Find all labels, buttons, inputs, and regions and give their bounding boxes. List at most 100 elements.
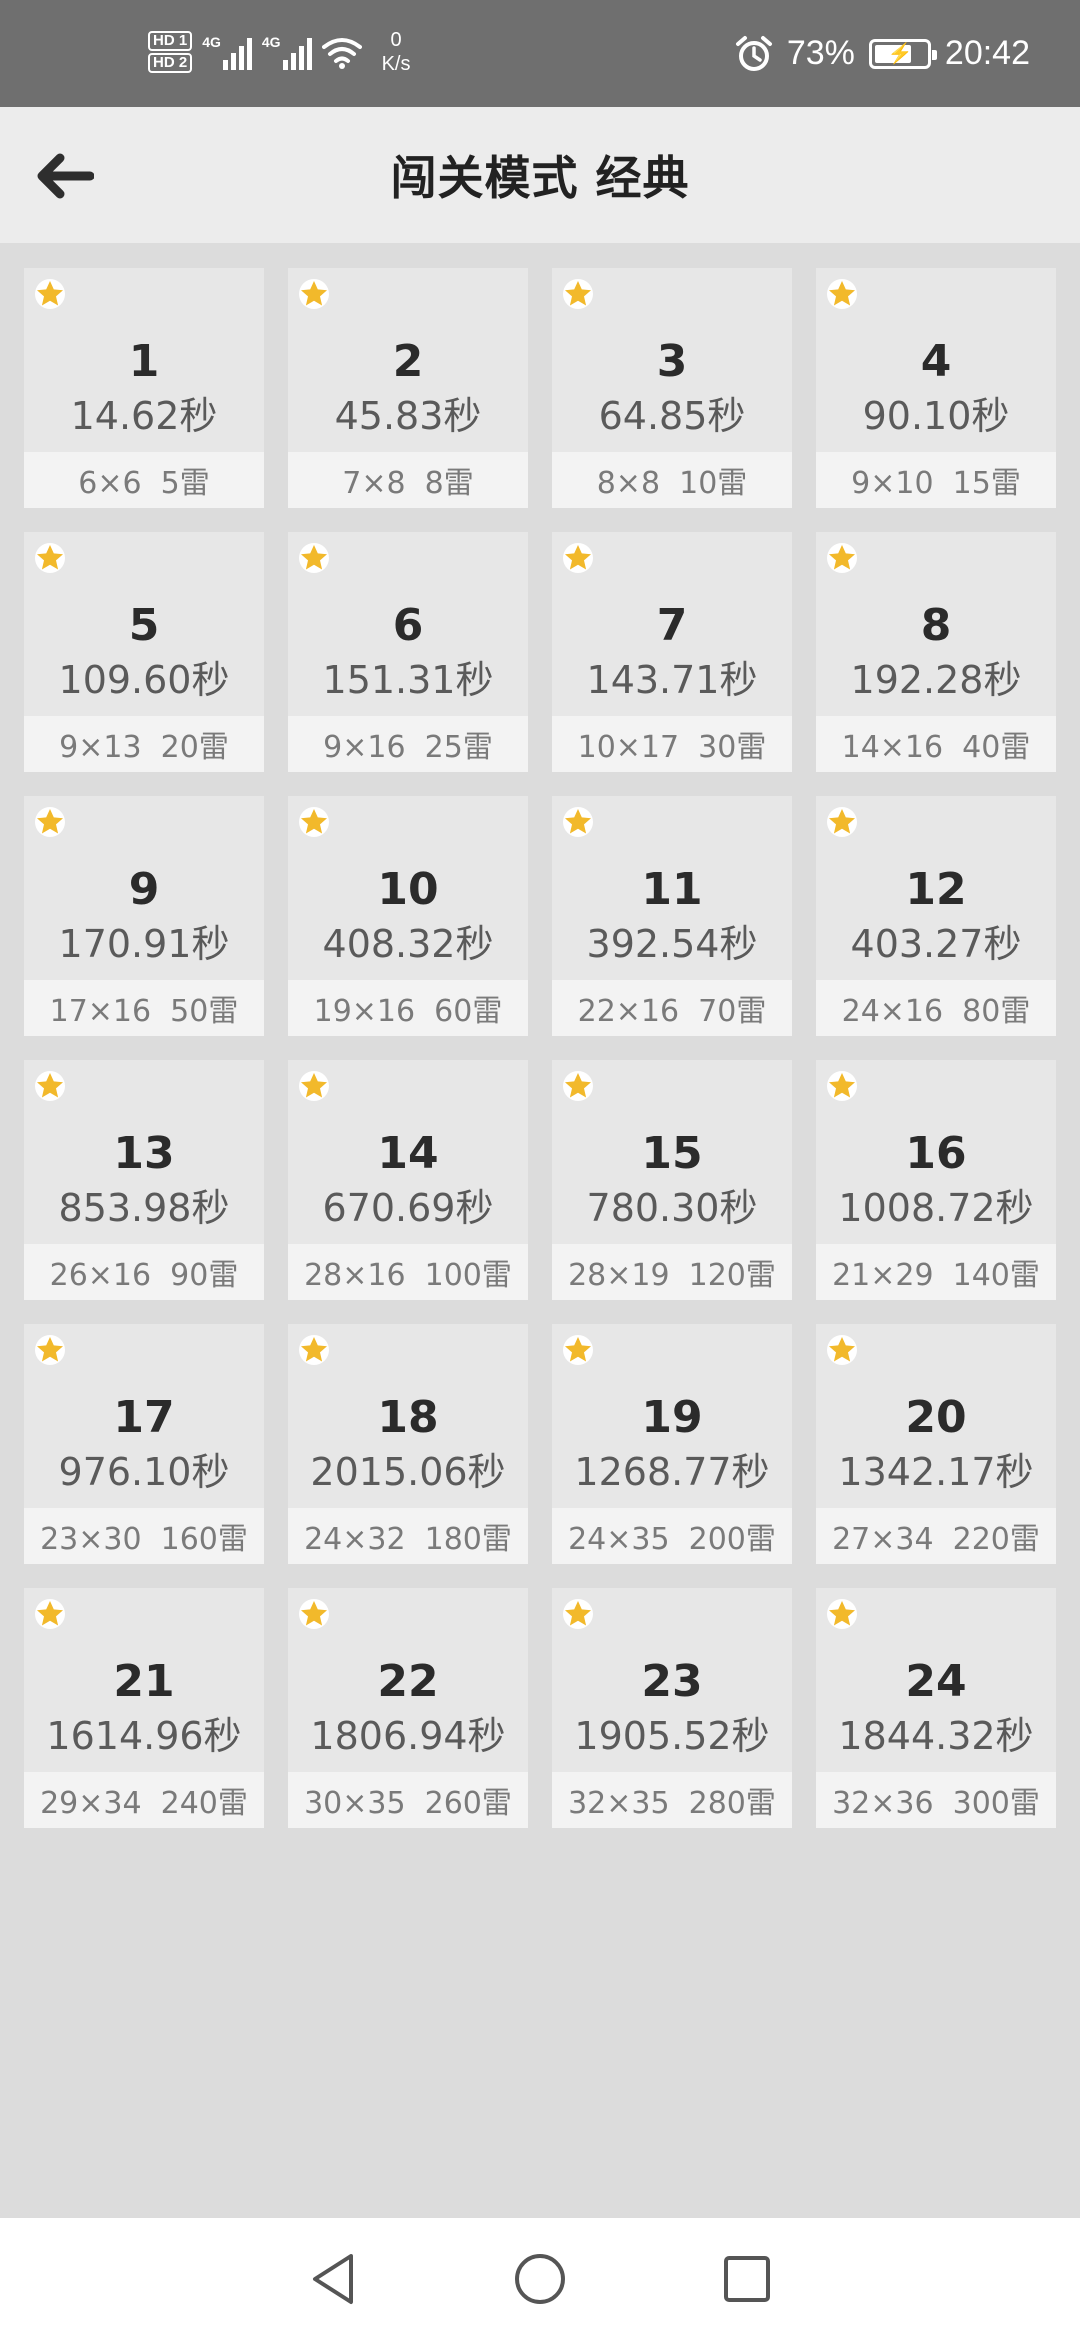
nav-back-button[interactable] [298,2244,368,2314]
best-time: 670.69秒 [322,1186,494,1230]
star-icon [563,1335,593,1365]
level-number: 20 [905,1392,967,1443]
star-icon [299,543,329,573]
alarm-icon [735,35,772,71]
best-time: 90.10秒 [862,394,1010,438]
star-icon [563,1599,593,1629]
signal-bars-icon [282,36,312,70]
level-card[interactable]: 11 392.54秒 22×16 70雷 [552,796,792,1036]
board-size-mines: 23×30 160雷 [24,1508,264,1564]
signal-1: 4G [202,34,252,70]
level-grid: 1 14.62秒 6×6 5雷 2 45.83秒 7×8 8雷 3 64.85秒 8×8 10雷… [24,268,1056,1828]
app-header: 闯关模式 经典 [0,107,1080,243]
level-card[interactable]: 24 1844.32秒 32×36 300雷 [816,1588,1056,1828]
best-time: 45.83秒 [334,394,482,438]
level-number: 21 [113,1656,175,1707]
star-icon [563,807,593,837]
level-number: 10 [377,864,439,915]
star-icon [299,1071,329,1101]
back-button[interactable] [30,141,100,211]
level-card[interactable]: 3 64.85秒 8×8 10雷 [552,268,792,508]
star-icon [35,1335,65,1365]
star-icon [35,279,65,309]
triangle-back-icon [313,2254,354,2304]
level-card[interactable]: 17 976.10秒 23×30 160雷 [24,1324,264,1564]
signal-bars-icon [222,36,252,70]
level-number: 3 [656,336,688,387]
network-speed-value: 0 [390,29,402,51]
level-card[interactable]: 8 192.28秒 14×16 40雷 [816,532,1056,772]
charging-bolt-icon: ⚡ [887,42,913,65]
network-speed-unit: K/s [381,53,411,75]
nav-recent-button[interactable] [712,2244,782,2314]
board-size-mines: 30×35 260雷 [288,1772,528,1828]
hd-indicators: HD 1 HD 2 [148,31,193,73]
board-size-mines: 9×16 25雷 [288,716,528,772]
star-icon [299,807,329,837]
board-size-mines: 24×32 180雷 [288,1508,528,1564]
back-arrow-icon [37,153,94,199]
level-card[interactable]: 9 170.91秒 17×16 50雷 [24,796,264,1036]
best-time: 403.27秒 [850,922,1022,966]
level-card[interactable]: 22 1806.94秒 30×35 260雷 [288,1588,528,1828]
best-time: 151.31秒 [322,658,494,702]
best-time: 64.85秒 [598,394,746,438]
level-card[interactable]: 10 408.32秒 19×16 60雷 [288,796,528,1036]
level-number: 19 [641,1392,703,1443]
level-card[interactable]: 6 151.31秒 9×16 25雷 [288,532,528,772]
board-size-mines: 9×10 15雷 [816,452,1056,508]
level-card[interactable]: 18 2015.06秒 24×32 180雷 [288,1324,528,1564]
level-card[interactable]: 7 143.71秒 10×17 30雷 [552,532,792,772]
level-number: 24 [905,1656,967,1707]
best-time: 1905.52秒 [574,1714,770,1758]
level-card[interactable]: 14 670.69秒 28×16 100雷 [288,1060,528,1300]
battery-icon: ⚡ [868,38,937,69]
star-icon [299,1335,329,1365]
star-icon [827,1599,857,1629]
level-card[interactable]: 15 780.30秒 28×19 120雷 [552,1060,792,1300]
status-right-group: 73% ⚡ 20:42 [735,0,1030,107]
level-card[interactable]: 20 1342.17秒 27×34 220雷 [816,1324,1056,1564]
level-card[interactable]: 4 90.10秒 9×10 15雷 [816,268,1056,508]
board-size-mines: 10×17 30雷 [552,716,792,772]
board-size-mines: 21×29 140雷 [816,1244,1056,1300]
level-number: 9 [128,864,160,915]
level-card[interactable]: 23 1905.52秒 32×35 280雷 [552,1588,792,1828]
star-icon [35,1599,65,1629]
board-size-mines: 7×8 8雷 [288,452,528,508]
best-time: 1008.72秒 [838,1186,1034,1230]
board-size-mines: 29×34 240雷 [24,1772,264,1828]
level-card[interactable]: 1 14.62秒 6×6 5雷 [24,268,264,508]
star-icon [563,279,593,309]
level-card[interactable]: 12 403.27秒 24×16 80雷 [816,796,1056,1036]
board-size-mines: 26×16 90雷 [24,1244,264,1300]
board-size-mines: 8×8 10雷 [552,452,792,508]
wifi-icon [321,38,362,69]
level-card[interactable]: 13 853.98秒 26×16 90雷 [24,1060,264,1300]
level-card[interactable]: 21 1614.96秒 29×34 240雷 [24,1588,264,1828]
best-time: 408.32秒 [322,922,494,966]
level-number: 6 [392,600,424,651]
hd1-badge: HD 1 [148,31,193,51]
circle-home-icon [514,2254,565,2304]
nav-home-button[interactable] [505,2244,575,2314]
level-number: 15 [641,1128,703,1179]
level-number: 14 [377,1128,439,1179]
level-number: 5 [128,600,160,651]
best-time: 780.30秒 [586,1186,758,1230]
level-card[interactable]: 19 1268.77秒 24×35 200雷 [552,1324,792,1564]
star-icon [563,543,593,573]
best-time: 1268.77秒 [574,1450,770,1494]
best-time: 2015.06秒 [310,1450,506,1494]
level-card[interactable]: 16 1008.72秒 21×29 140雷 [816,1060,1056,1300]
network-type-1: 4G [202,34,221,50]
board-size-mines: 24×16 80雷 [816,980,1056,1036]
level-card[interactable]: 5 109.60秒 9×13 20雷 [24,532,264,772]
level-card[interactable]: 2 45.83秒 7×8 8雷 [288,268,528,508]
level-number: 16 [905,1128,967,1179]
network-type-2: 4G [261,34,281,50]
best-time: 976.10秒 [58,1450,230,1494]
star-icon [35,807,65,837]
best-time: 1614.96秒 [46,1714,242,1758]
hd2-badge: HD 2 [148,53,193,73]
